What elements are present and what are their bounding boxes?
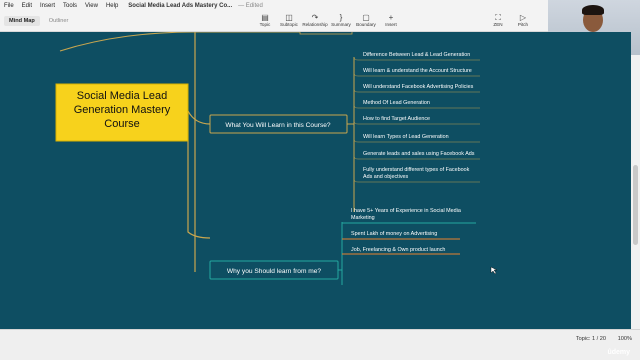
branch1-item-7-line-1: Generate leads and sales using Facebook …: [363, 151, 475, 157]
branch1-topic[interactable]: What You Will Learn in this Course?: [209, 114, 348, 134]
branch1-item-8[interactable]: Fully understand different types of Face…: [353, 167, 480, 183]
topic-button[interactable]: ▤ Topic: [252, 13, 278, 27]
boundary-label: Boundary: [356, 22, 376, 27]
subtopic-icon: ◫: [285, 13, 293, 22]
relationship-button[interactable]: ↷ Relationship: [302, 13, 328, 27]
boundary-button[interactable]: ▢ Boundary: [353, 13, 379, 27]
document-title: Social Media Lead Ads Mastery Co...: [128, 2, 233, 9]
central-line-3: Course: [104, 118, 139, 130]
zen-button[interactable]: ⛶ ZEN: [485, 13, 511, 27]
branch2-item-3[interactable]: Job, Freelancing & Own product launch: [342, 247, 460, 255]
branch1-item-4[interactable]: Method Of Lead Generation: [353, 100, 480, 109]
summary-label: Summary: [331, 22, 351, 27]
summary-button[interactable]: } Summary: [328, 13, 354, 27]
branch1-item-8-line-1: Fully understand different types of Face…: [363, 167, 470, 173]
branch2-item-2-label: Spent Lakh of money on Advertising: [351, 231, 437, 237]
branch1-item-3[interactable]: Will understand Facebook Advertising Pol…: [353, 84, 480, 93]
branch2-item-1-line-1: I have 5+ Years of Experience in Social …: [351, 208, 461, 214]
branch1-label: What You Will Learn in this Course?: [225, 122, 331, 129]
topic-icon: ▤: [261, 13, 269, 22]
central-line-1: Social Media Lead: [77, 90, 168, 102]
branch1-item-1[interactable]: Difference Between Lead & Lead Generatio…: [353, 52, 480, 61]
branch2-item-2[interactable]: Spent Lakh of money on Advertising: [342, 231, 460, 240]
pitch-icon: ▷: [519, 13, 527, 22]
tab-outliner[interactable]: Outliner: [44, 16, 74, 26]
tab-mind-map[interactable]: Mind Map: [4, 16, 40, 26]
branch2-item-3-label: Job, Freelancing & Own product launch: [351, 247, 445, 253]
top-branch-box: [299, 32, 353, 35]
branch1-item-3-line-1: Will understand Facebook Advertising Pol…: [363, 84, 474, 90]
central-topic[interactable]: Social Media Lead Generation Mastery Cou…: [55, 83, 189, 142]
zen-label: ZEN: [493, 22, 503, 27]
topic-label: Topic: [259, 22, 271, 27]
menu-tools[interactable]: Tools: [59, 3, 81, 9]
relationship-label: Relationship: [302, 22, 328, 27]
zoom-level[interactable]: 100%: [618, 336, 632, 342]
toolbar: Mind Map Outliner ▤ Topic ◫ Subtopic ↷ R…: [0, 11, 548, 32]
insert-button[interactable]: + Insert: [378, 13, 404, 27]
central-line-2: Generation Mastery: [74, 104, 171, 116]
branch1-item-5-line-1: How to find Target Audience: [363, 116, 430, 122]
pitch-button[interactable]: ▷ Pitch: [510, 13, 536, 27]
top-connector: [59, 32, 196, 52]
boundary-icon: ▢: [362, 13, 370, 22]
branch1-item-4-line-1: Method Of Lead Generation: [363, 100, 430, 106]
zen-icon: ⛶: [495, 13, 501, 22]
menu-bar: File Edit Insert Tools View Help Social …: [0, 0, 548, 11]
menu-insert[interactable]: Insert: [36, 3, 59, 9]
branch2-label: Why you Should learn from me?: [227, 268, 322, 275]
branch1-item-8-line-2: Ads and objectives: [363, 174, 409, 180]
pitch-label: Pitch: [517, 22, 529, 27]
branch1-item-2-line-1: Will learn & understand the Account Stru…: [363, 68, 472, 74]
branch1-item-6[interactable]: Will learn Types of Lead Generation: [353, 134, 480, 143]
branch1-item-2[interactable]: Will learn & understand the Account Stru…: [353, 68, 480, 77]
branch1-item-6-line-1: Will learn Types of Lead Generation: [363, 134, 449, 140]
branch1-item-7[interactable]: Generate leads and sales using Facebook …: [353, 151, 480, 160]
branch2-topic[interactable]: Why you Should learn from me?: [209, 260, 339, 280]
mind-map-svg: Social Media Lead Generation Mastery Cou…: [55, 32, 498, 285]
branch1-item-5[interactable]: How to find Target Audience: [353, 116, 480, 125]
branch2-item-1[interactable]: I have 5+ Years of Experience in Social …: [342, 208, 476, 224]
menu-view[interactable]: View: [81, 3, 102, 9]
branch2-connector: [187, 111, 211, 239]
scrollbar-thumb[interactable]: [633, 165, 638, 245]
plus-icon: +: [388, 13, 394, 22]
branch1-item-1-line-1: Difference Between Lead & Lead Generatio…: [363, 52, 470, 58]
udemy-watermark: ûdemy: [607, 349, 630, 356]
mouse-cursor-icon: [490, 266, 498, 275]
menu-help[interactable]: Help: [102, 3, 122, 9]
vertical-scrollbar[interactable]: [631, 55, 640, 329]
mind-map-canvas[interactable]: Social Media Lead Generation Mastery Cou…: [0, 32, 631, 329]
insert-label: Insert: [385, 22, 397, 27]
status-bar: Topic: 1 / 20 100% ûdemy: [0, 329, 640, 360]
relationship-icon: ↷: [311, 13, 319, 22]
summary-icon: }: [339, 13, 343, 22]
branch1-items: Difference Between Lead & Lead Generatio…: [353, 52, 480, 183]
subtopic-label: Subtopic: [280, 22, 298, 27]
subtopic-button[interactable]: ◫ Subtopic: [276, 13, 302, 27]
branch1-connector: [187, 110, 211, 125]
edited-indicator: — Edited: [238, 2, 263, 9]
menu-file[interactable]: File: [0, 3, 18, 9]
presenter-hair: [582, 5, 604, 15]
topic-counter: Topic: 1 / 20: [575, 336, 606, 342]
branch2-item-1-line-2: Marketing: [351, 215, 375, 221]
menu-edit[interactable]: Edit: [18, 3, 36, 9]
